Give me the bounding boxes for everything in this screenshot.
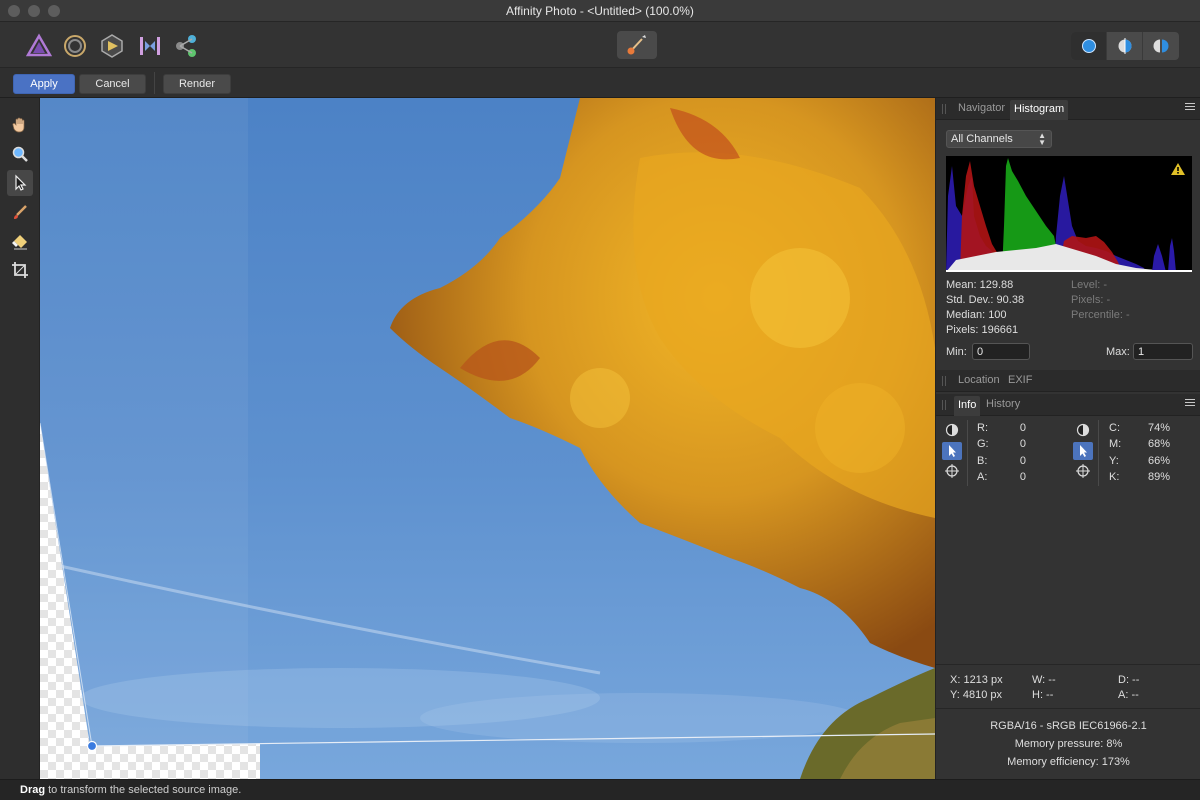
canvas[interactable] — [40, 98, 935, 779]
canvas-image[interactable] — [40, 98, 935, 779]
selection-width: W: -- — [1032, 674, 1056, 686]
status-hint-text: to transform the selected source image. — [45, 784, 242, 796]
channel-select[interactable]: All Channels ▲ ▼ — [946, 130, 1052, 148]
selection-angle: A: -- — [1118, 689, 1139, 701]
info-rgb-label: G: — [977, 438, 989, 450]
info-divider-line — [936, 708, 1200, 709]
info-rgb-value: 0 — [1019, 422, 1026, 434]
channel-select-value: All Channels — [951, 133, 1013, 145]
liquify-brush-button[interactable] — [617, 31, 657, 59]
export-persona-icon[interactable] — [173, 33, 199, 59]
develop-persona-icon[interactable] — [99, 33, 125, 59]
liquify-persona-icon[interactable] — [62, 33, 88, 59]
info-divider — [967, 420, 968, 486]
panel-menu-icon[interactable] — [1185, 103, 1195, 113]
eraser-tool-icon[interactable] — [7, 228, 33, 254]
info-rgb-label: B: — [977, 455, 988, 467]
selection-distance: D: -- — [1118, 674, 1140, 686]
tab-info[interactable]: Info — [954, 396, 981, 416]
crosshair-icon[interactable] — [1073, 462, 1093, 480]
window-title: Affinity Photo - <Untitled> (100.0%) — [506, 4, 694, 18]
cursor-y: Y: 4810 px — [950, 689, 1002, 701]
tab-exif[interactable]: EXIF — [1008, 374, 1032, 386]
status-hint-bold: Drag — [20, 784, 46, 796]
panel-grip[interactable] — [942, 376, 946, 386]
histogram-median: Median: 100 — [946, 309, 1007, 321]
info-cmyk-value: 89% — [1147, 471, 1170, 483]
histogram-pixels: Pixels: 196661 — [946, 324, 1019, 336]
max-input[interactable]: 1 — [1133, 343, 1193, 360]
warning-icon — [1171, 163, 1185, 175]
tab-history[interactable]: History — [986, 398, 1020, 410]
histogram-mean: Mean: 129.88 — [946, 279, 1014, 291]
context-toolbar: Apply Cancel Render — [0, 68, 1200, 98]
main-toolbar — [0, 22, 1200, 68]
panel-grip[interactable] — [942, 104, 946, 114]
color-sample-icon[interactable] — [1073, 421, 1093, 439]
pointer-sample-icon[interactable] — [1073, 442, 1093, 460]
histogram-pixels-right: Pixels: - — [1071, 294, 1111, 306]
selection-height: H: -- — [1032, 689, 1054, 701]
histogram-percentile: Percentile: - — [1071, 309, 1130, 321]
info-panel-tabs: Info History — [936, 394, 1200, 416]
view-mode-group — [1071, 32, 1179, 60]
info-cmyk-value: 74% — [1147, 422, 1170, 434]
title-bar: Affinity Photo - <Untitled> (100.0%) — [0, 0, 1200, 22]
tools-panel — [0, 98, 40, 779]
info-divider-line — [936, 664, 1200, 665]
view-mode-split-button[interactable] — [1107, 32, 1143, 60]
memory-pressure: Memory pressure: 8% — [1014, 738, 1123, 750]
info-cmyk-label: C: — [1109, 422, 1120, 434]
tab-navigator[interactable]: Navigator — [958, 102, 1005, 114]
histogram-graph — [946, 156, 1192, 272]
context-separator — [154, 72, 155, 94]
color-format: RGBA/16 - sRGB IEC61966-2.1 — [990, 720, 1147, 732]
info-cmyk-label: M: — [1109, 438, 1122, 450]
right-panels: Navigator Histogram All Channels ▲ ▼ Mean… — [935, 98, 1200, 779]
info-rgb-value: 0 — [1019, 438, 1026, 450]
min-input[interactable]: 0 — [972, 343, 1030, 360]
info-rgb-label: R: — [977, 422, 988, 434]
color-sample-icon[interactable] — [942, 421, 962, 439]
zoom-tool-icon[interactable] — [7, 141, 33, 167]
crop-tool-icon[interactable] — [7, 257, 33, 283]
view-mode-mirror-button[interactable] — [1143, 32, 1179, 60]
info-cmyk-label: Y: — [1109, 455, 1119, 467]
status-bar: Drag to transform the selected source im… — [0, 779, 1200, 800]
render-button[interactable]: Render — [163, 74, 231, 94]
info-rgb-label: A: — [977, 471, 988, 483]
histogram-panel-tabs: Navigator Histogram — [936, 98, 1200, 120]
panel-grip[interactable] — [942, 400, 946, 410]
cancel-button[interactable]: Cancel — [79, 74, 146, 94]
info-cmyk-value: 68% — [1147, 438, 1170, 450]
photo-persona-icon[interactable] — [25, 33, 53, 59]
cursor-x: X: 1213 px — [950, 674, 1003, 686]
info-cmyk-value: 66% — [1147, 455, 1170, 467]
histogram-level: Level: - — [1071, 279, 1108, 291]
info-rgb-value: 0 — [1019, 455, 1026, 467]
tab-histogram[interactable]: Histogram — [1010, 100, 1069, 120]
crosshair-icon[interactable] — [942, 462, 962, 480]
updown-arrows-icon: ▲ ▼ — [1038, 131, 1046, 147]
view-mode-full-button[interactable] — [1071, 32, 1107, 60]
max-label: Max: — [1106, 346, 1130, 358]
histogram-stddev: Std. Dev.: 90.38 — [946, 294, 1025, 306]
hand-tool-icon[interactable] — [7, 112, 33, 138]
memory-efficiency: Memory efficiency: 173% — [1007, 756, 1130, 768]
tone-mapping-persona-icon[interactable] — [137, 33, 163, 59]
tab-location[interactable]: Location — [958, 374, 1000, 386]
info-divider — [1098, 420, 1099, 486]
panel-menu-icon[interactable] — [1185, 399, 1195, 409]
move-tool-icon[interactable] — [7, 170, 33, 196]
min-label: Min: — [946, 346, 967, 358]
pointer-sample-icon[interactable] — [942, 442, 962, 460]
apply-button[interactable]: Apply — [13, 74, 75, 94]
info-rgb-value: 0 — [1019, 471, 1026, 483]
brush-tool-icon[interactable] — [7, 199, 33, 225]
info-cmyk-label: K: — [1109, 471, 1120, 483]
location-panel-tabs: Location EXIF — [936, 370, 1200, 392]
